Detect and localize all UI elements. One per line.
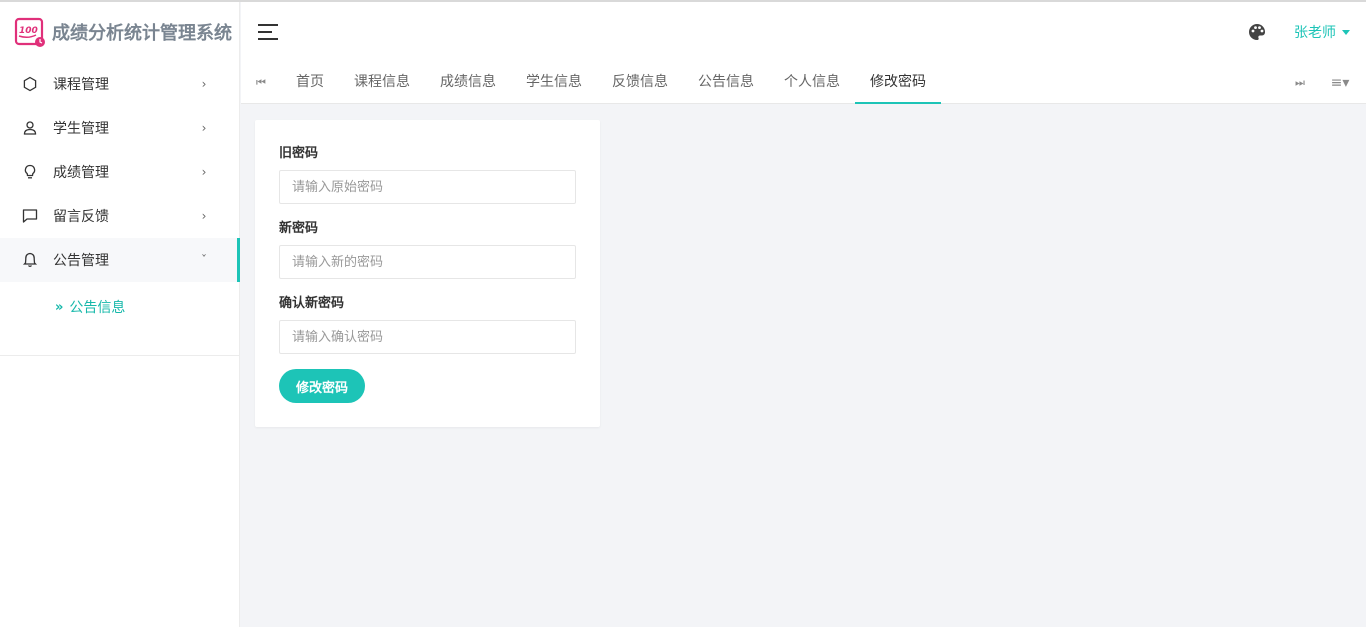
chevron-right-icon: ›	[201, 165, 207, 179]
tab-course-info[interactable]: 课程信息	[339, 62, 425, 104]
sidebar-subitem-label: 公告信息	[69, 300, 126, 316]
top-header: 张老师	[241, 2, 1366, 62]
change-password-button[interactable]: 修改密码	[279, 369, 365, 403]
chevron-down-icon: ˇ	[201, 253, 207, 267]
app-title: 成绩分析统计管理系统	[52, 23, 232, 44]
sidebar-item-notice[interactable]: 公告管理 ˇ	[0, 238, 240, 282]
tab-notice-info[interactable]: 公告信息	[683, 62, 769, 104]
confirm-password-label: 确认新密码	[279, 296, 345, 311]
logo: 100 成绩分析统计管理系统	[0, 2, 239, 62]
sidebar-submenu: » 公告信息	[0, 282, 239, 356]
circle-icon	[22, 76, 38, 92]
sidebar-item-student[interactable]: 学生管理 ›	[0, 106, 239, 150]
menu-toggle-icon[interactable]	[258, 24, 280, 40]
tab-feedback-info[interactable]: 反馈信息	[597, 62, 683, 104]
svg-text:100: 100	[19, 26, 38, 36]
tabs-menu-icon[interactable]: ≡▾	[1320, 75, 1360, 91]
tab-student-info[interactable]: 学生信息	[511, 62, 597, 104]
chevron-right-icon: ›	[201, 209, 207, 223]
tabs-scroll-right-icon[interactable]: ⏭	[1280, 62, 1320, 104]
palette-icon[interactable]	[1248, 23, 1266, 41]
tab-personal-info[interactable]: 个人信息	[769, 62, 855, 104]
sidebar-item-course[interactable]: 课程管理 ›	[0, 62, 239, 106]
sidebar: 100 成绩分析统计管理系统 课程管理 › 学生管理 › 成绩管理 › 留言反馈…	[0, 2, 240, 627]
sidebar-item-label: 留言反馈	[53, 209, 109, 225]
sidebar-item-feedback[interactable]: 留言反馈 ›	[0, 194, 239, 238]
tabs: 首页 课程信息 成绩信息 学生信息 反馈信息 公告信息 个人信息 修改密码	[281, 62, 1280, 104]
chevron-right-icon: ›	[201, 121, 207, 135]
tab-change-password[interactable]: 修改密码	[855, 62, 941, 104]
user-menu[interactable]: 张老师	[1294, 22, 1350, 42]
tab-home[interactable]: 首页	[281, 62, 339, 104]
logo-icon: 100	[14, 16, 46, 48]
header-right: 张老师	[1248, 22, 1366, 42]
old-password-label: 旧密码	[279, 146, 319, 161]
tabs-scroll-left-icon[interactable]: ⏮	[241, 62, 281, 104]
sidebar-item-grades[interactable]: 成绩管理 ›	[0, 150, 239, 194]
chevron-right-icon: ›	[201, 77, 207, 91]
change-password-card: 旧密码 新密码 确认新密码 修改密码	[255, 120, 600, 427]
user-name: 张老师	[1294, 25, 1336, 41]
bell-icon	[22, 252, 38, 268]
double-chevron-icon: »	[55, 299, 64, 315]
new-password-input[interactable]	[279, 245, 576, 279]
sidebar-item-label: 学生管理	[53, 121, 109, 137]
old-password-input[interactable]	[279, 170, 576, 204]
new-password-label: 新密码	[279, 221, 319, 236]
chat-icon	[22, 208, 38, 224]
sidebar-item-label: 公告管理	[53, 253, 109, 269]
tab-grade-info[interactable]: 成绩信息	[425, 62, 511, 104]
sidebar-item-label: 课程管理	[53, 77, 109, 93]
caret-down-icon	[1342, 29, 1350, 35]
confirm-password-input[interactable]	[279, 320, 576, 354]
sidebar-subitem-notice-info[interactable]: » 公告信息	[0, 282, 239, 332]
sidebar-item-label: 成绩管理	[53, 165, 109, 181]
sidebar-menu: 课程管理 › 学生管理 › 成绩管理 › 留言反馈 › 公告管理 ˇ	[0, 62, 240, 282]
tabs-bar: ⏮ 首页 课程信息 成绩信息 学生信息 反馈信息 公告信息 个人信息 修改密码 …	[241, 62, 1366, 104]
user-icon	[22, 120, 38, 136]
bulb-icon	[22, 164, 38, 180]
